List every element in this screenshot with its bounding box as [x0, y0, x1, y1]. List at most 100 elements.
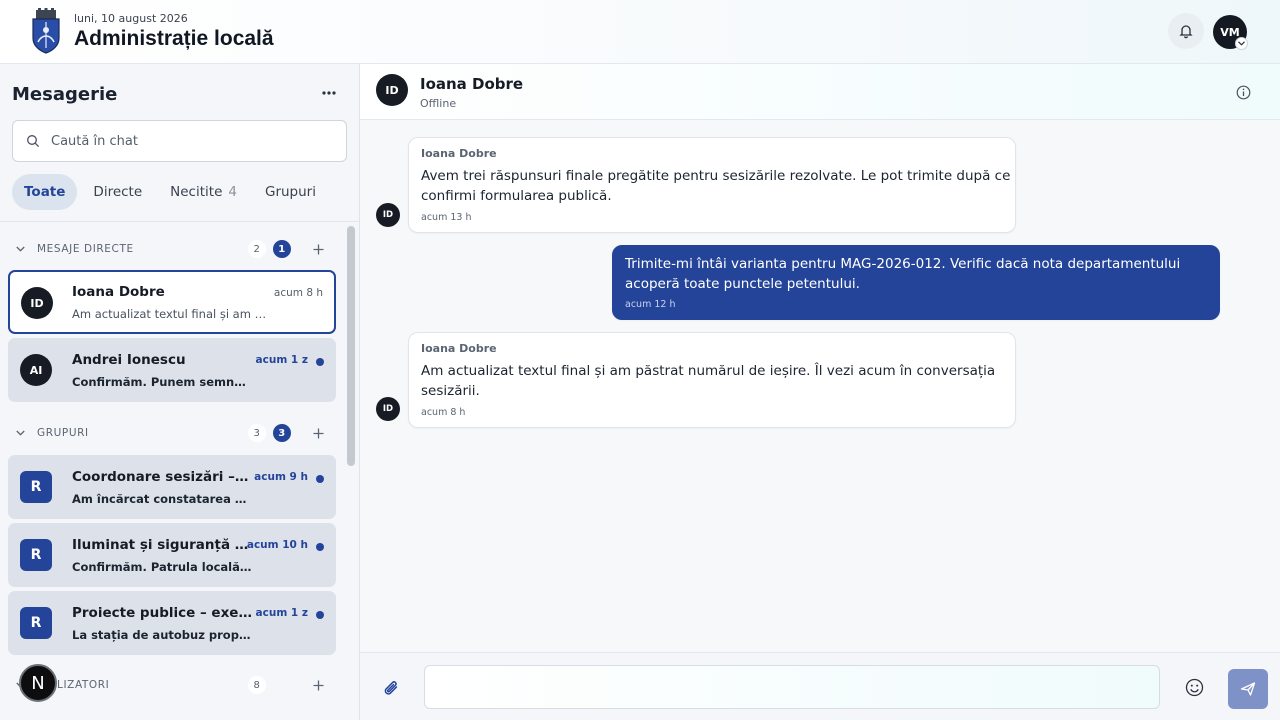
section-label: MESAJE DIRECTE — [37, 243, 134, 255]
section-count: 8 — [248, 676, 266, 694]
city-crest-icon — [32, 8, 60, 54]
filter-tabs: Toate Directe Necitite 4 Grupuri — [12, 174, 332, 210]
emoji-button[interactable] — [1183, 676, 1205, 698]
message-bubble: Ioana Dobre Avem trei răspunsuri finale … — [408, 137, 1016, 233]
plus-icon — [313, 680, 323, 690]
plus-icon — [313, 428, 323, 438]
group-avatar: R — [20, 471, 52, 503]
notifications-button[interactable] — [1168, 13, 1204, 49]
chat-preview: Confirmăm. Patrula locală ... — [72, 560, 252, 574]
message-text-line: sesizării. — [421, 383, 480, 399]
message-text-line: Avem trei răspunsuri finale pregătite pe… — [421, 168, 1011, 184]
divider — [0, 221, 359, 222]
unread-dot — [316, 611, 324, 619]
avatar: ID — [21, 287, 53, 319]
chevron-down-icon — [16, 246, 30, 252]
message-sender: Ioana Dobre — [421, 342, 497, 355]
message-avatar: ID — [376, 397, 400, 421]
info-button[interactable] — [1234, 83, 1252, 101]
search-input[interactable] — [51, 121, 341, 161]
group-avatar: R — [20, 607, 52, 639]
composer-bar — [360, 652, 1280, 720]
floating-action-button[interactable]: N — [19, 664, 57, 702]
message-time: acum 8 h — [421, 407, 466, 418]
message-bubble: Ioana Dobre Am actualizat textul final ș… — [408, 332, 1016, 428]
message-text-line: Trimite-mi întâi varianta pentru MAG-202… — [625, 256, 1181, 272]
section-count: 3 — [248, 424, 266, 442]
chat-time: acum 8 h — [273, 287, 323, 299]
chat-name: Iluminat și siguranță r... — [72, 537, 252, 553]
message-time: acum 12 h — [625, 299, 676, 310]
message-bubble-own: Trimite-mi întâi varianta pentru MAG-202… — [612, 245, 1220, 320]
attach-button[interactable] — [380, 677, 404, 701]
tab-label: Toate — [24, 184, 66, 200]
search-icon — [27, 135, 40, 148]
plus-icon — [313, 244, 323, 254]
chat-preview: Am actualizat textul final și am p... — [72, 307, 267, 321]
unread-dot — [316, 543, 324, 551]
sidebar-title: Mesagerie — [12, 84, 118, 105]
search-box — [12, 120, 347, 162]
chat-name: Andrei Ionescu — [72, 352, 186, 368]
chat-sidebar: Mesagerie Toate Directe Necitite 4 Grupur… — [0, 64, 360, 720]
message-text-line: confirmi formularea publică. — [421, 188, 612, 204]
chat-preview: Am încărcat constatarea pen... — [72, 492, 252, 506]
chat-preview: La stația de autobuz propun... — [72, 628, 252, 642]
chat-preview: Confirmăm. Punem semnaliz... — [72, 375, 252, 389]
message-input[interactable] — [425, 666, 1159, 708]
avatar: ID — [376, 74, 408, 106]
add-group-button[interactable] — [310, 425, 326, 441]
tab-label: Grupuri — [264, 184, 316, 200]
chat-item-group-proiecte[interactable]: R Proiecte publice – execu... acum 1 z L… — [8, 591, 336, 655]
sidebar-scrollbar[interactable] — [347, 226, 355, 466]
tab-count: 4 — [228, 184, 237, 200]
send-button[interactable] — [1228, 669, 1268, 709]
app-root: luni, 10 august 2026 Administrație local… — [0, 0, 1280, 720]
more-horizontal-icon — [322, 91, 336, 95]
message-text-line: Am actualizat textul final și am păstrat… — [421, 363, 996, 379]
chat-item-ioana-dobre[interactable]: ID Ioana Dobre acum 8 h Am actualizat te… — [8, 270, 336, 334]
chat-time: acum 1 z — [255, 354, 308, 366]
message-time: acum 13 h — [421, 212, 472, 223]
group-avatar: R — [20, 539, 52, 571]
unread-dot — [316, 475, 324, 483]
info-icon — [1236, 85, 1250, 99]
message-avatar: ID — [376, 203, 400, 227]
message-text-line: acoperă toate punctele petentului. — [625, 276, 860, 292]
message-sender: Ioana Dobre — [421, 147, 497, 160]
chat-item-group-coordonare[interactable]: R Coordonare sesizări – o... acum 9 h Am… — [8, 455, 336, 519]
contact-status: Offline — [420, 97, 457, 110]
current-date: luni, 10 august 2026 — [74, 12, 188, 25]
unread-badge: 3 — [273, 424, 291, 442]
section-groups[interactable]: GRUPURI 3 3 — [16, 423, 334, 443]
chevron-down-icon[interactable] — [1235, 37, 1248, 50]
contact-name: Ioana Dobre — [420, 75, 524, 93]
section-users[interactable]: LIZATORI 8 — [16, 675, 334, 695]
section-label: LIZATORI — [57, 679, 110, 691]
tab-toate[interactable]: Toate — [12, 174, 78, 210]
chat-time: acum 10 h — [246, 539, 308, 551]
top-bar: luni, 10 august 2026 Administrație local… — [0, 0, 1280, 64]
tab-label: Necitite — [170, 184, 223, 200]
chevron-down-icon — [16, 430, 30, 436]
conversation-header: ID Ioana Dobre Offline — [360, 64, 1280, 120]
chat-item-andrei-ionescu[interactable]: AI Andrei Ionescu acum 1 z Confirmăm. Pu… — [8, 338, 336, 402]
avatar: AI — [20, 354, 52, 386]
tab-directe[interactable]: Directe — [81, 174, 154, 210]
chat-time: acum 1 z — [255, 607, 308, 619]
section-count: 2 — [248, 240, 266, 258]
message-composer — [424, 665, 1160, 709]
more-options-button[interactable] — [318, 82, 340, 104]
tab-necitite[interactable]: Necitite 4 — [158, 174, 249, 210]
chat-name: Proiecte publice – execu... — [72, 605, 252, 621]
chat-name: Ioana Dobre — [72, 284, 165, 300]
unread-dot — [316, 358, 324, 366]
conversation-panel: ID Ioana Dobre Offline ID Ioana Dobre Av… — [360, 64, 1280, 720]
add-direct-button[interactable] — [310, 241, 326, 257]
section-direct-messages[interactable]: MESAJE DIRECTE 2 1 — [16, 239, 334, 259]
add-user-button[interactable] — [310, 677, 326, 693]
tab-grupuri[interactable]: Grupuri — [253, 174, 328, 210]
tab-label: Directe — [93, 184, 143, 200]
chat-name: Coordonare sesizări – o... — [72, 469, 252, 485]
chat-item-group-iluminat[interactable]: R Iluminat și siguranță r... acum 10 h C… — [8, 523, 336, 587]
